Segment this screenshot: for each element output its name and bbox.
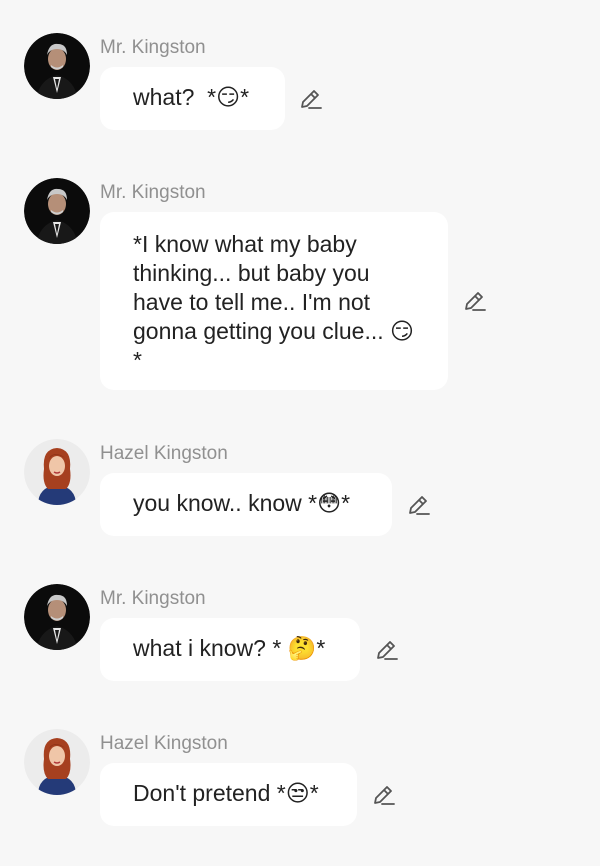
mr-kingston-avatar bbox=[24, 33, 90, 99]
message-bubble[interactable]: you know.. know *😳* bbox=[100, 473, 392, 536]
message-text: *I know what my baby thinking... but bab… bbox=[133, 231, 414, 373]
message-bubble[interactable]: what? *😏* bbox=[100, 67, 285, 130]
hazel-kingston-avatar bbox=[24, 729, 90, 795]
sender-name: Hazel Kingston bbox=[100, 443, 228, 464]
message-bubble[interactable]: what i know? * 🤔* bbox=[100, 618, 360, 681]
hazel-kingston-avatar bbox=[24, 439, 90, 505]
sender-name: Mr. Kingston bbox=[100, 588, 206, 609]
avatar[interactable] bbox=[24, 178, 90, 244]
message-bubble[interactable]: *I know what my baby thinking... but bab… bbox=[100, 212, 448, 390]
pencil-icon[interactable] bbox=[405, 492, 431, 518]
pencil-icon[interactable] bbox=[297, 86, 323, 112]
avatar[interactable] bbox=[24, 584, 90, 650]
mr-kingston-avatar bbox=[24, 584, 90, 650]
message-text: what? *😏* bbox=[133, 84, 250, 110]
message-bubble[interactable]: Don't pretend *😒* bbox=[100, 763, 357, 826]
pencil-icon[interactable] bbox=[461, 288, 487, 314]
sender-name: Hazel Kingston bbox=[100, 733, 228, 754]
message-text: you know.. know *😳* bbox=[133, 490, 351, 516]
chat-thread: Mr. Kingston what? *😏* Mr. Kingston *I k… bbox=[0, 0, 600, 866]
mr-kingston-avatar bbox=[24, 178, 90, 244]
pencil-icon[interactable] bbox=[370, 782, 396, 808]
avatar[interactable] bbox=[24, 729, 90, 795]
sender-name: Mr. Kingston bbox=[100, 37, 206, 58]
avatar[interactable] bbox=[24, 33, 90, 99]
sender-name: Mr. Kingston bbox=[100, 182, 206, 203]
message-text: Don't pretend *😒* bbox=[133, 780, 319, 806]
pencil-icon[interactable] bbox=[373, 637, 399, 663]
avatar[interactable] bbox=[24, 439, 90, 505]
message-text: what i know? * 🤔* bbox=[133, 635, 326, 661]
